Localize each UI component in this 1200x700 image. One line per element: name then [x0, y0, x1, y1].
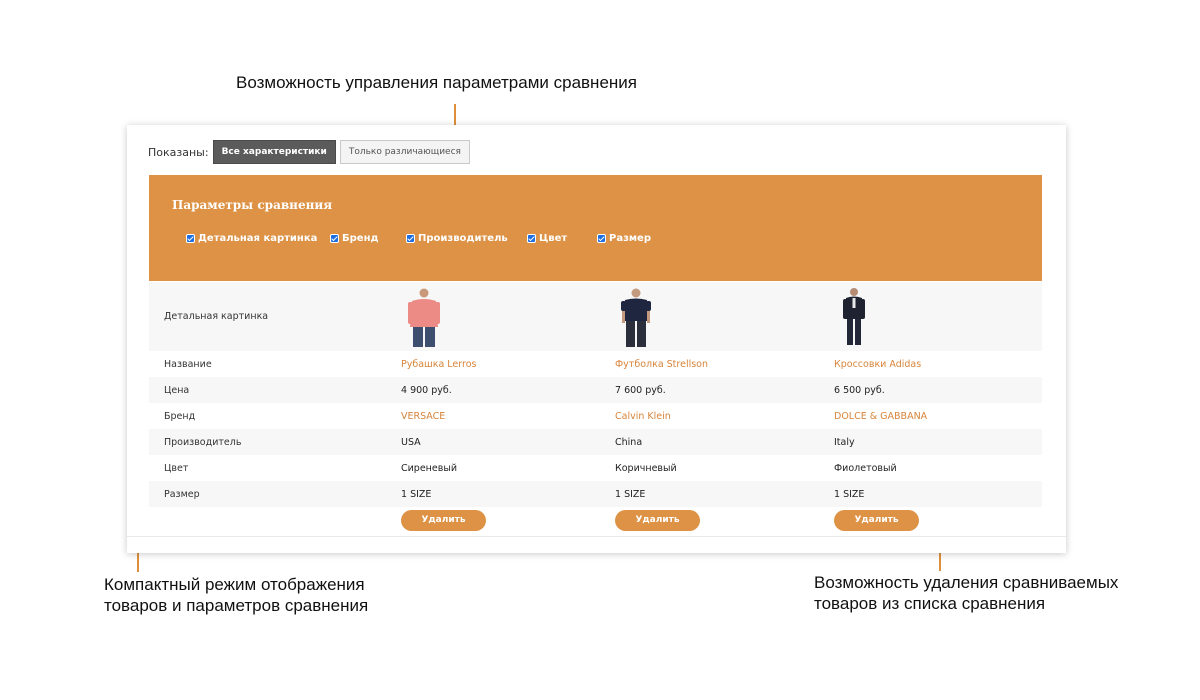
product-image[interactable] [399, 282, 449, 351]
param-label: Детальная картинка [198, 233, 318, 244]
row-label: Бренд [164, 410, 196, 422]
product-name-link[interactable]: Рубашка Lerros [401, 351, 476, 377]
delete-cell: Удалить [834, 507, 919, 533]
params-title: Параметры сравнения [172, 198, 333, 212]
row-color: Цвет Сиреневый Коричневый Фиолетовый [149, 455, 1042, 481]
brand-link[interactable]: VERSACE [401, 403, 445, 429]
param-label: Бренд [342, 233, 379, 244]
product-maker: USA [401, 436, 421, 448]
row-label: Цена [164, 384, 190, 396]
navy-tshirt-icon [621, 288, 651, 347]
delete-button[interactable]: Удалить [834, 509, 919, 531]
shown-filter: Показаны: Все характеристики Только разл… [148, 140, 474, 164]
all-characteristics-button[interactable]: Все характеристики [212, 140, 336, 164]
brand-link[interactable]: DOLCE & GABBANA [834, 403, 927, 429]
dark-suit-icon [843, 287, 865, 345]
checkbox-checked-icon[interactable] [527, 234, 536, 243]
row-label: Производитель [164, 436, 242, 448]
delete-cell: Удалить [615, 507, 700, 533]
param-label: Размер [609, 233, 652, 244]
product-color: Коричневый [615, 462, 677, 474]
checkbox-checked-icon[interactable] [406, 234, 415, 243]
param-checkbox-color[interactable]: Цвет [527, 233, 567, 244]
row-label: Детальная картинка [164, 311, 269, 322]
param-checkbox-picture[interactable]: Детальная картинка [186, 233, 317, 244]
product-size: 1 SIZE [834, 488, 865, 500]
checkbox-checked-icon[interactable] [330, 234, 339, 243]
row-brand: Бренд VERSACE Calvin Klein DOLCE & GABBA… [149, 403, 1042, 429]
product-image[interactable] [829, 282, 879, 351]
product-size: 1 SIZE [615, 488, 646, 500]
product-color: Сиреневый [401, 462, 458, 474]
row-label: Цвет [164, 462, 189, 474]
product-maker: Italy [834, 436, 855, 448]
delete-button[interactable]: Удалить [615, 509, 700, 531]
annotation-top: Возможность управления параметрами сравн… [236, 73, 637, 92]
checkbox-checked-icon[interactable] [597, 234, 606, 243]
annotation-left: Компактный режим отображения товаров и п… [104, 575, 369, 615]
product-price: 7 600 руб. [615, 384, 666, 396]
row-actions: Удалить Удалить Удалить [149, 507, 1042, 533]
product-size: 1 SIZE [401, 488, 432, 500]
only-different-button[interactable]: Только различающиеся [339, 140, 470, 164]
product-maker: China [615, 436, 643, 448]
row-name: Название Рубашка Lerros Футболка Strells… [149, 351, 1042, 377]
brand-link[interactable]: Calvin Klein [615, 403, 671, 429]
shown-label: Показаны: [148, 145, 209, 159]
pink-shirt-icon [408, 288, 440, 347]
row-label: Размер [164, 488, 200, 500]
divider [127, 536, 1066, 537]
row-label: Название [164, 358, 212, 370]
row-price: Цена 4 900 руб. 7 600 руб. 6 500 руб. [149, 377, 1042, 403]
row-picture: Детальная картинка [149, 282, 1042, 351]
product-price: 6 500 руб. [834, 384, 885, 396]
compare-card: Показаны: Все характеристики Только разл… [127, 125, 1066, 553]
row-size: Размер 1 SIZE 1 SIZE 1 SIZE [149, 481, 1042, 507]
annotation-right: Возможность удаления сравниваемых товаро… [814, 573, 1119, 613]
checkbox-checked-icon[interactable] [186, 234, 195, 243]
product-price: 4 900 руб. [401, 384, 452, 396]
param-checkbox-size[interactable]: Размер [597, 233, 651, 244]
compare-table: Детальная картинка Название Рубашка Lerr… [149, 282, 1042, 533]
delete-cell: Удалить [401, 507, 486, 533]
product-name-link[interactable]: Кроссовки Adidas [834, 351, 921, 377]
params-panel: Параметры сравнения Детальная картинка Б… [149, 175, 1042, 281]
product-name-link[interactable]: Футболка Strellson [615, 351, 708, 377]
param-label: Цвет [539, 233, 568, 244]
param-label: Производитель [418, 233, 508, 244]
delete-button[interactable]: Удалить [401, 509, 486, 531]
param-checkbox-brand[interactable]: Бренд [330, 233, 379, 244]
product-image[interactable] [611, 282, 661, 351]
param-checkbox-maker[interactable]: Производитель [406, 233, 508, 244]
product-color: Фиолетовый [834, 462, 897, 474]
row-maker: Производитель USA China Italy [149, 429, 1042, 455]
